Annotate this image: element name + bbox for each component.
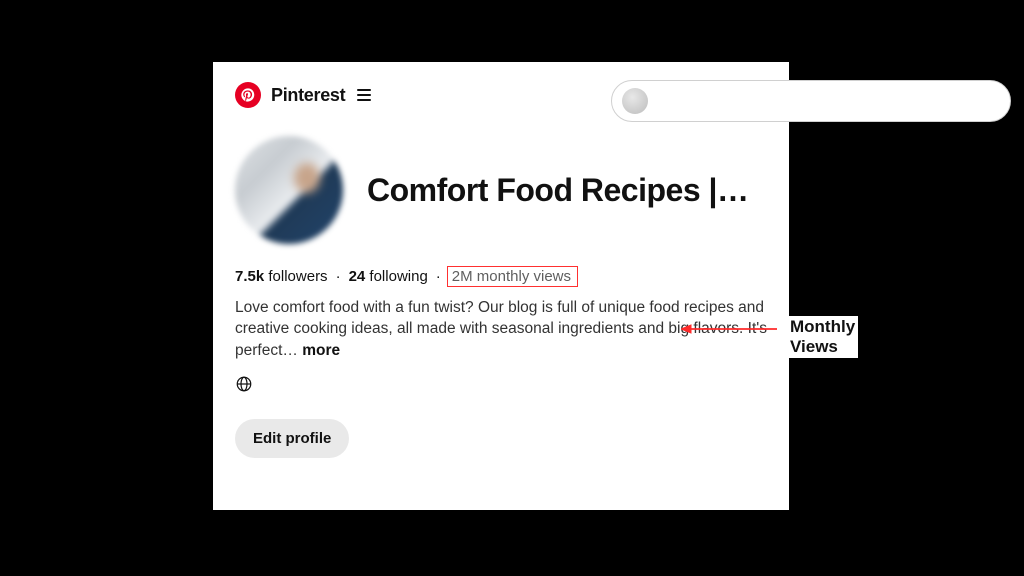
brand-text[interactable]: Pinterest [271,85,345,106]
stats-row: 7.5k followers · 24 following · 2M month… [235,266,767,287]
more-button[interactable]: more [302,342,340,359]
followers[interactable]: 7.5k followers [235,268,328,285]
menu-icon[interactable] [357,89,371,101]
monthly-views: 2M monthly views [447,266,578,287]
separator: · [436,268,441,285]
following-count: 24 [349,268,366,285]
globe-icon [235,375,253,393]
annotation-label: Monthly Views [787,316,858,358]
following-label: following [369,268,427,285]
avatar[interactable] [235,136,343,244]
website-row[interactable] [235,375,767,393]
edit-profile-button[interactable]: Edit profile [235,419,349,458]
profile-name: Comfort Food Recipes |… [367,172,748,209]
profile-header: Comfort Food Recipes |… [235,136,767,244]
profile-card: Pinterest Comfort Food Recipes |… 7.5k f… [213,62,789,510]
followers-count: 7.5k [235,268,264,285]
followers-label: followers [268,268,327,285]
avatar-thumb-icon [622,88,648,114]
bio-text: Love comfort food with a fun twist? Our … [235,297,767,361]
pinterest-logo-icon[interactable] [235,82,261,108]
following[interactable]: 24 following [349,268,428,285]
search-input[interactable] [611,80,1011,122]
separator: · [336,268,341,285]
